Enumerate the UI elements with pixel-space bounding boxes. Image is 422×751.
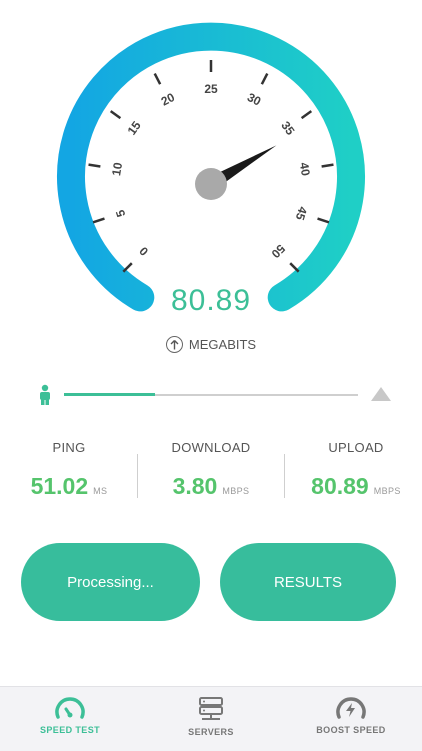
gauge-tick-label: 5	[113, 208, 128, 219]
gauge-tick-label: 40	[297, 161, 313, 177]
speedometer-icon	[55, 697, 85, 719]
ping-stat: PING 51.02 MS	[10, 440, 128, 500]
download-label: DOWNLOAD	[171, 440, 251, 455]
processing-button[interactable]: Processing...	[21, 543, 200, 621]
gauge-tick	[92, 217, 105, 224]
speed-gauge: 0 5 10 15 20 25 30 35 40 45 50	[57, 22, 365, 312]
gauge-tick-label: 15	[125, 118, 144, 137]
download-stat: DOWNLOAD 3.80 MBPS	[148, 440, 274, 500]
gauge-tick-label: 45	[293, 205, 311, 222]
gauge-tick	[153, 72, 162, 85]
download-unit: MBPS	[222, 486, 250, 496]
gauge-hub	[195, 168, 227, 200]
gauge-tick	[122, 262, 133, 273]
gauge-tick	[260, 72, 269, 85]
results-button[interactable]: RESULTS	[220, 543, 396, 621]
gauge-tick	[317, 217, 330, 224]
progress-fill	[64, 393, 156, 396]
gauge-tick	[88, 163, 101, 168]
ping-label: PING	[52, 440, 86, 455]
upload-label: UPLOAD	[328, 440, 384, 455]
upload-value: 80.89	[311, 473, 369, 499]
gauge-tick-label: 35	[278, 119, 297, 138]
gauge-tick-label: 20	[159, 90, 178, 109]
destination-triangle-icon	[371, 387, 391, 401]
test-progress	[34, 382, 394, 408]
gauge-tick-label: 25	[204, 82, 218, 96]
upload-stat: UPLOAD 80.89 MBPS	[294, 440, 418, 500]
gauge-tick	[321, 163, 334, 168]
tab-label: SERVERS	[188, 727, 234, 737]
server-icon	[199, 697, 223, 720]
person-icon	[40, 384, 50, 405]
gauge-tick	[300, 110, 313, 120]
download-value: 3.80	[172, 473, 218, 499]
boost-gauge-icon	[336, 697, 366, 719]
gauge-tick-label: 30	[245, 90, 264, 109]
unit-toggle[interactable]: MEGABITS	[0, 336, 422, 353]
gauge-tick	[109, 110, 122, 120]
tab-speed-test[interactable]: SPEED TEST	[0, 697, 140, 735]
stats-panel: PING 51.02 MS DOWNLOAD 3.80 MBPS UPLOAD 80…	[0, 440, 422, 520]
tab-boost-speed[interactable]: BOOST SPEED	[281, 697, 421, 735]
upload-unit: MBPS	[373, 486, 401, 496]
stats-divider	[284, 454, 285, 498]
gauge-tick-label: 10	[109, 161, 125, 177]
tab-label: BOOST SPEED	[316, 725, 386, 735]
gauge-tick-label: 0	[136, 244, 151, 259]
tab-label: SPEED TEST	[39, 725, 100, 735]
ping-value: 51.02	[30, 473, 89, 499]
gauge-tick-label: 50	[268, 242, 288, 262]
gauge-tick	[289, 262, 300, 273]
unit-label: MEGABITS	[188, 337, 257, 352]
ping-unit: MS	[93, 486, 108, 496]
tab-bar: SPEED TEST SERVERS BOOST SPEED	[0, 686, 422, 751]
upload-arrow-icon	[165, 336, 183, 353]
gauge-speed-value: 80.89	[170, 284, 252, 317]
gauge-ticks: 0 5 10 15 20 25 30 35 40 45 50	[88, 60, 334, 273]
tab-servers[interactable]: SERVERS	[141, 697, 281, 737]
stats-divider	[137, 454, 138, 498]
